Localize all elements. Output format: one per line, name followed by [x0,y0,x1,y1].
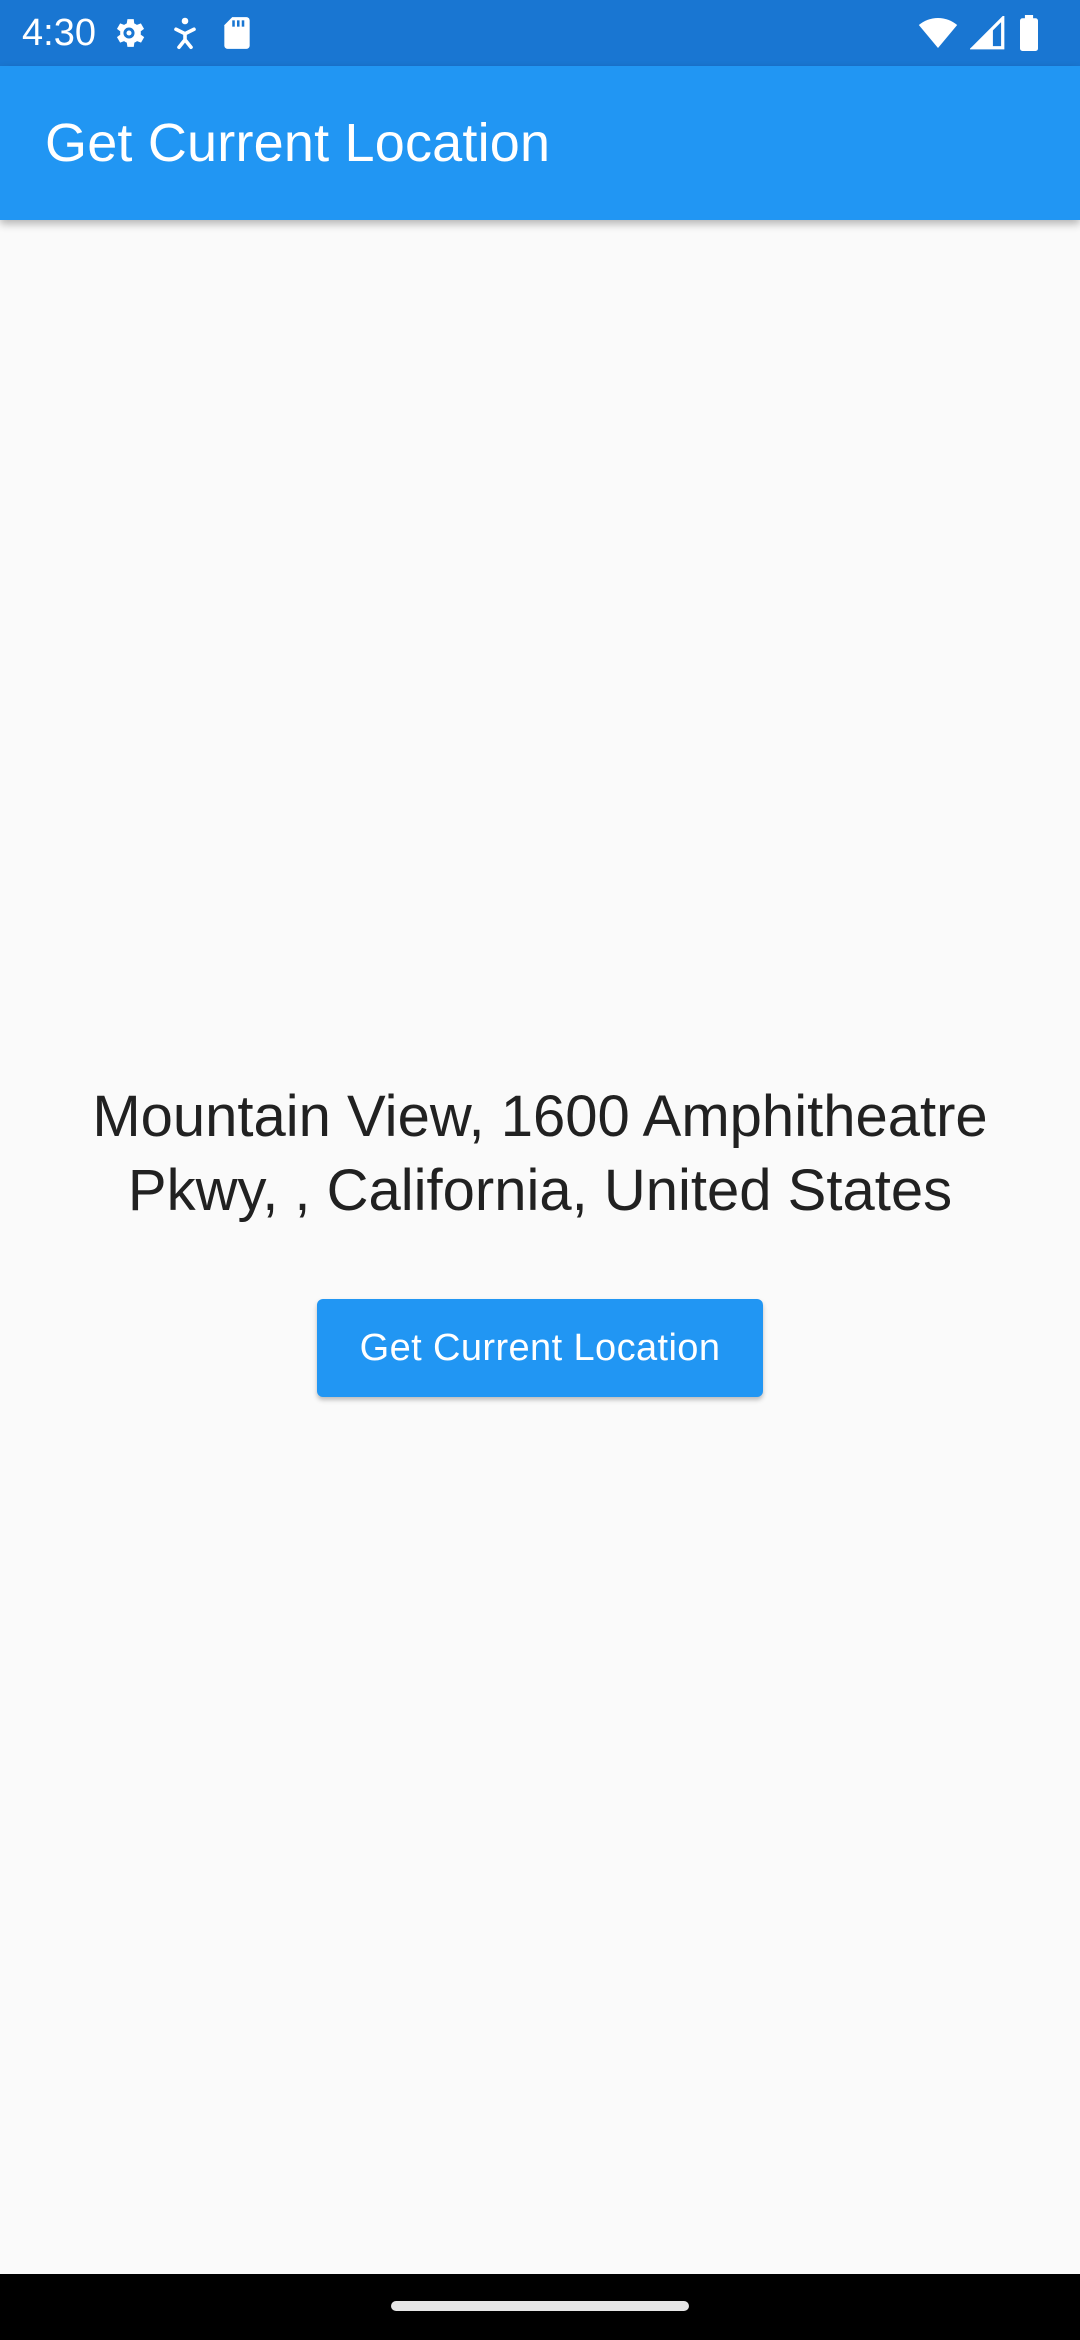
home-gesture-handle[interactable] [391,2301,689,2311]
status-left-icons [110,14,252,52]
status-time: 4:30 [22,12,96,54]
accessibility-icon [170,14,200,52]
screen: 4:30 Get Current Location Mountain View,… [0,0,1080,2340]
wifi-icon [918,16,958,50]
app-title: Get Current Location [45,113,551,173]
get-current-location-button[interactable]: Get Current Location [317,1299,763,1397]
address-text: Mountain View, 1600 Amphitheatre Pkwy, ,… [92,1084,988,1223]
settings-icon [110,14,148,52]
cellular-signal-icon [970,16,1006,50]
sd-card-icon [222,14,252,52]
navigation-bar [0,2274,1080,2340]
status-right-icons [918,14,1040,52]
main-content: Mountain View, 1600 Amphitheatre Pkwy, ,… [0,220,1080,2274]
status-bar: 4:30 [0,0,1080,66]
battery-icon [1018,15,1040,51]
app-bar: Get Current Location [0,66,1080,220]
